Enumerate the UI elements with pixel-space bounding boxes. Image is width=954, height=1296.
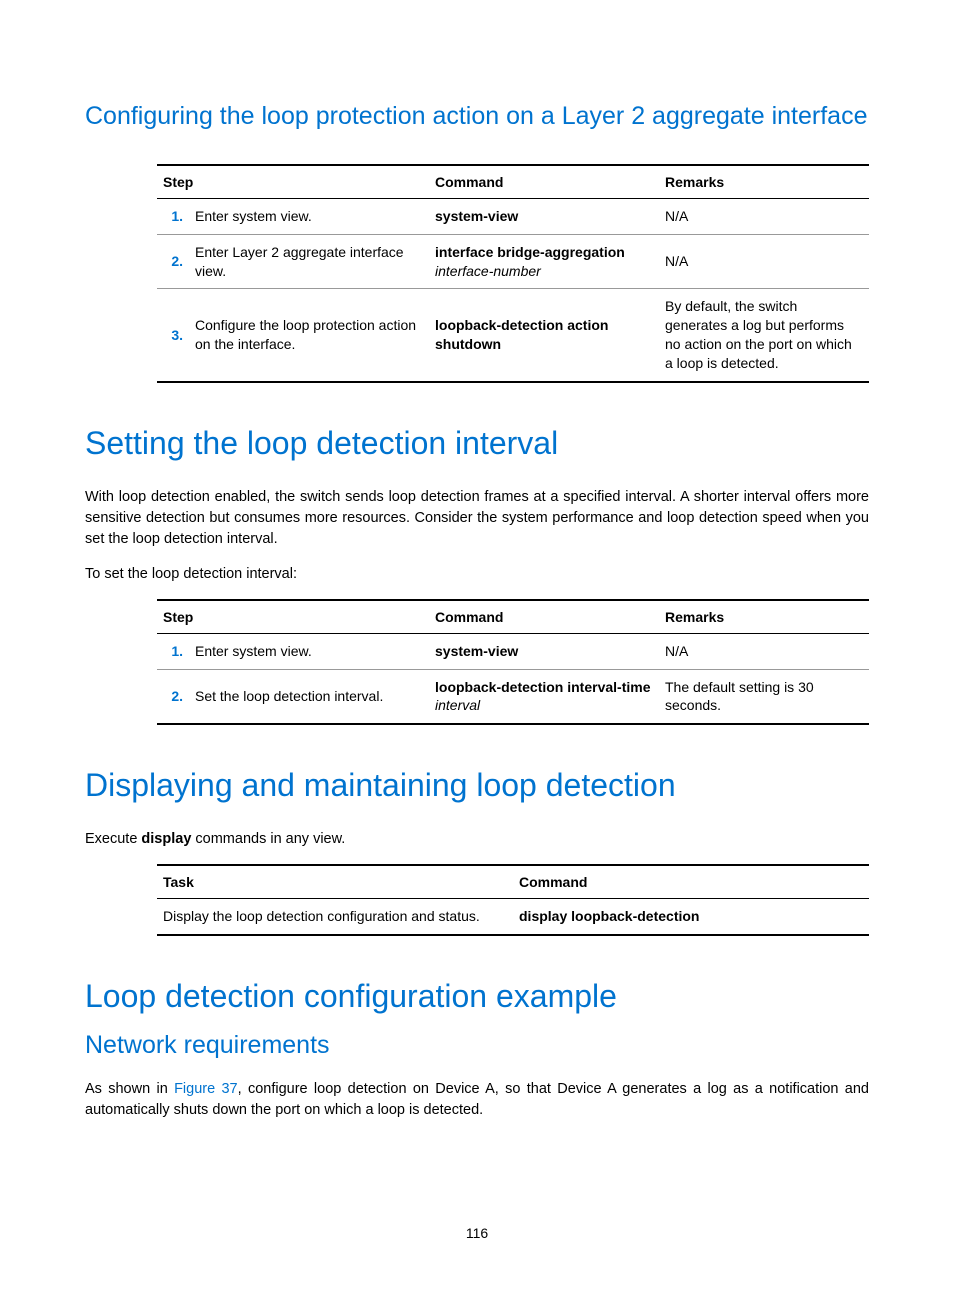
table-row: 2. Enter Layer 2 aggregate interface vie… xyxy=(157,234,869,289)
table-loop-protection-steps: Step Command Remarks 1. Enter system vie… xyxy=(157,164,869,383)
th-command: Command xyxy=(513,865,869,899)
table-row: 1. Enter system view. system-view N/A xyxy=(157,633,869,669)
heading-set-interval: Setting the loop detection interval xyxy=(85,423,869,465)
page: Configuring the loop protection action o… xyxy=(0,0,954,1296)
table-row: 3. Configure the loop protection action … xyxy=(157,289,869,382)
step-command: system-view xyxy=(429,633,659,669)
table-header-row: Step Command Remarks xyxy=(157,165,869,199)
step-remarks: N/A xyxy=(659,234,869,289)
step-number: 3. xyxy=(157,289,189,382)
paragraph: Execute display commands in any view. xyxy=(85,829,869,850)
step-command: interface bridge-aggregation interface-n… xyxy=(429,234,659,289)
table-row: Display the loop detection configuration… xyxy=(157,898,869,934)
heading-display-maintain: Displaying and maintaining loop detectio… xyxy=(85,765,869,807)
step-number: 1. xyxy=(157,198,189,234)
table-header-row: Task Command xyxy=(157,865,869,899)
step-number: 2. xyxy=(157,234,189,289)
th-command: Command xyxy=(429,600,659,634)
th-command: Command xyxy=(429,165,659,199)
step-command: system-view xyxy=(429,198,659,234)
th-remarks: Remarks xyxy=(659,165,869,199)
step-number: 2. xyxy=(157,669,189,724)
page-number: 116 xyxy=(0,1225,954,1241)
step-desc: Enter system view. xyxy=(189,198,429,234)
th-step: Step xyxy=(157,600,429,634)
table-set-interval-steps: Step Command Remarks 1. Enter system vie… xyxy=(157,599,869,726)
paragraph-lead: To set the loop detection interval: xyxy=(85,564,869,585)
step-command: loopback-detection interval-time interva… xyxy=(429,669,659,724)
th-task: Task xyxy=(157,865,513,899)
heading-network-requirements: Network requirements xyxy=(85,1029,869,1063)
figure-link[interactable]: Figure 37 xyxy=(174,1081,238,1097)
step-remarks: The default setting is 30 seconds. xyxy=(659,669,869,724)
step-desc: Configure the loop protection action on … xyxy=(189,289,429,382)
paragraph: As shown in Figure 37, configure loop de… xyxy=(85,1079,869,1121)
step-remarks: N/A xyxy=(659,633,869,669)
heading-config-example: Loop detection configuration example xyxy=(85,976,869,1018)
task-desc: Display the loop detection configuration… xyxy=(157,898,513,934)
paragraph: With loop detection enabled, the switch … xyxy=(85,487,869,550)
step-desc: Enter system view. xyxy=(189,633,429,669)
step-desc: Enter Layer 2 aggregate interface view. xyxy=(189,234,429,289)
heading-config-loop-protection: Configuring the loop protection action o… xyxy=(85,100,869,134)
step-number: 1. xyxy=(157,633,189,669)
step-remarks: By default, the switch generates a log b… xyxy=(659,289,869,382)
th-remarks: Remarks xyxy=(659,600,869,634)
step-command: loopback-detection action shutdown xyxy=(429,289,659,382)
task-command: display loopback-detection xyxy=(513,898,869,934)
table-display-commands: Task Command Display the loop detection … xyxy=(157,864,869,936)
th-step: Step xyxy=(157,165,429,199)
step-desc: Set the loop detection interval. xyxy=(189,669,429,724)
table-header-row: Step Command Remarks xyxy=(157,600,869,634)
table-row: 2. Set the loop detection interval. loop… xyxy=(157,669,869,724)
step-remarks: N/A xyxy=(659,198,869,234)
table-row: 1. Enter system view. system-view N/A xyxy=(157,198,869,234)
